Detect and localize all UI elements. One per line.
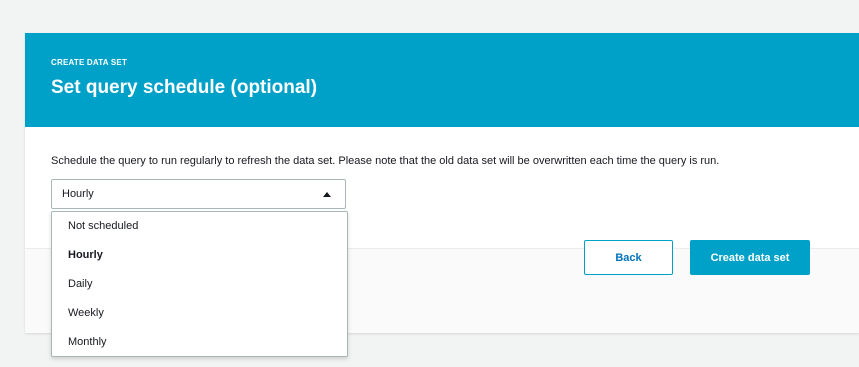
option-not-scheduled[interactable]: Not scheduled xyxy=(52,212,347,241)
card-header: CREATE DATA SET Set query schedule (opti… xyxy=(25,33,859,127)
schedule-select-value: Hourly xyxy=(62,188,94,200)
page-title: Set query schedule (optional) xyxy=(51,77,318,98)
schedule-select[interactable]: Hourly xyxy=(51,179,346,209)
schedule-description: Schedule the query to run regularly to r… xyxy=(51,155,720,167)
back-button[interactable]: Back xyxy=(584,240,673,275)
option-hourly[interactable]: Hourly xyxy=(52,241,347,270)
option-daily[interactable]: Daily xyxy=(52,270,347,299)
create-data-set-button[interactable]: Create data set xyxy=(690,240,810,275)
eyebrow-label: CREATE DATA SET xyxy=(51,58,128,67)
schedule-dropdown-menu: Not scheduled Hourly Daily Weekly Monthl… xyxy=(51,211,348,357)
option-weekly[interactable]: Weekly xyxy=(52,299,347,328)
caret-up-icon xyxy=(323,192,331,197)
page: CREATE DATA SET Set query schedule (opti… xyxy=(0,0,859,367)
option-monthly[interactable]: Monthly xyxy=(52,328,347,357)
